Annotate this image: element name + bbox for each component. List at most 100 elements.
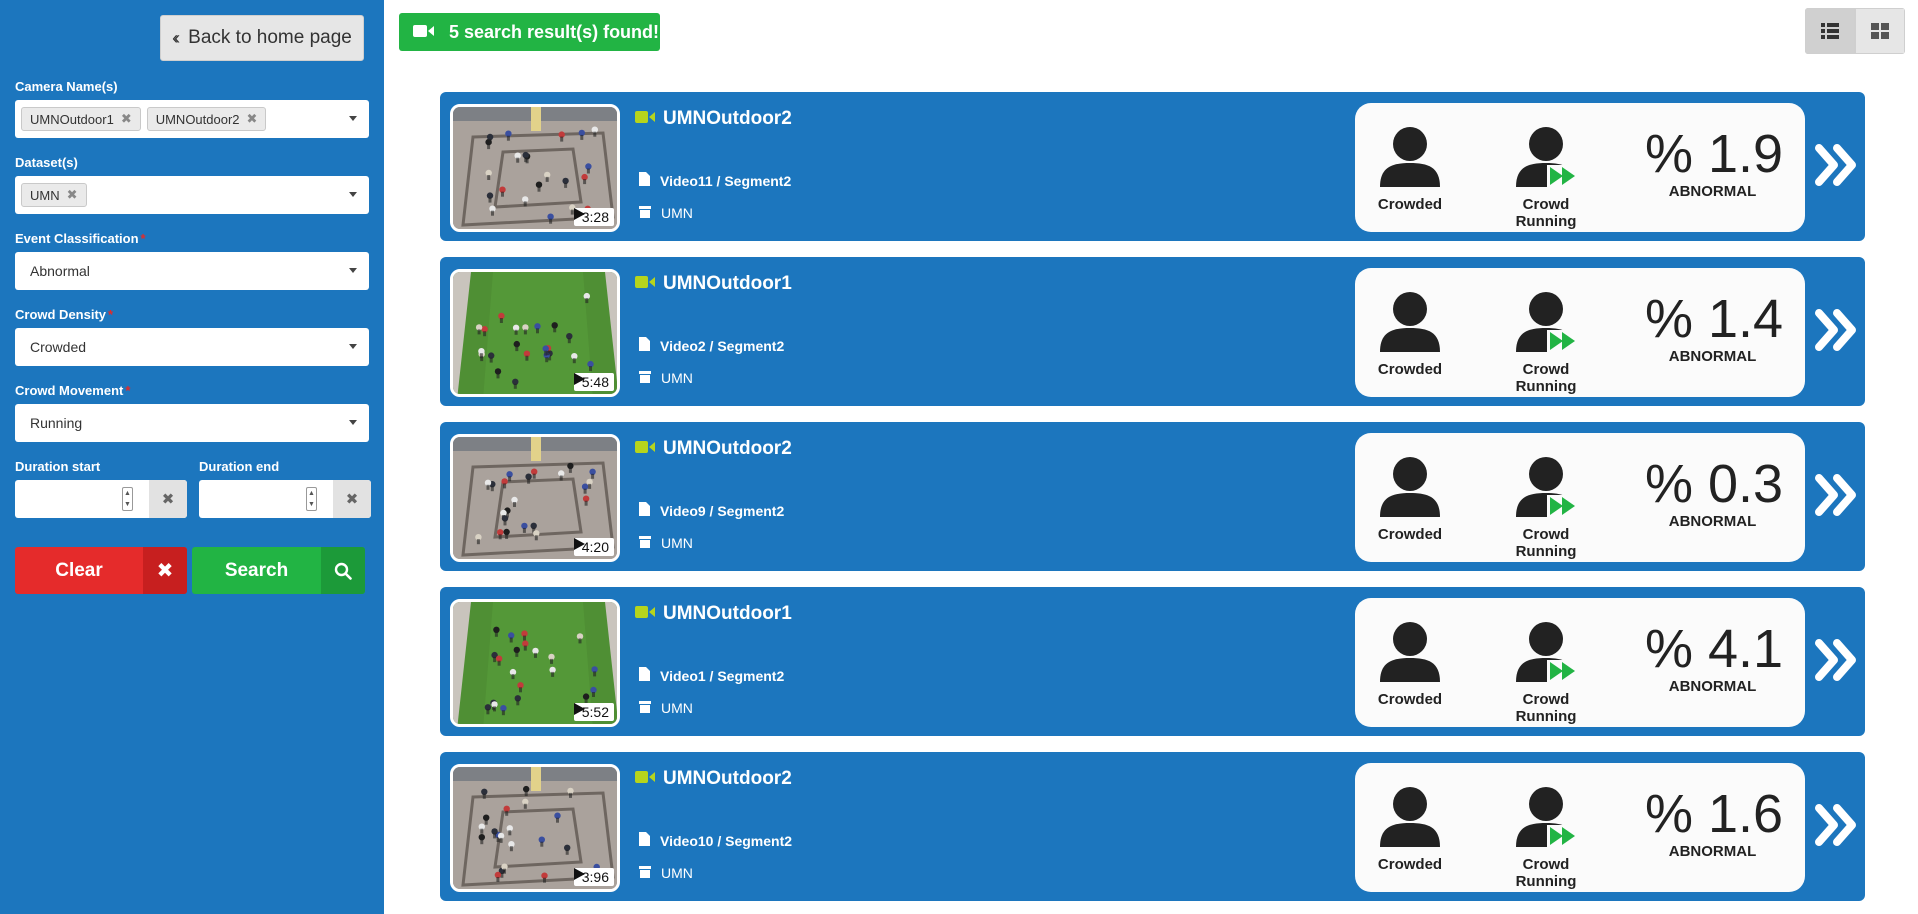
user-icon (1378, 457, 1442, 521)
archive-icon (639, 700, 651, 716)
camera-names-select[interactable]: UMNOutdoor1 ✖ UMNOutdoor2 ✖ (15, 100, 369, 138)
double-chevron-right-icon[interactable] (1815, 474, 1859, 521)
remove-tag-icon[interactable]: ✖ (247, 111, 258, 127)
remove-tag-icon[interactable]: ✖ (67, 187, 78, 203)
abnormal-score: % 0.3 ABNORMAL (1645, 454, 1784, 530)
abnormal-score: % 1.4 ABNORMAL (1645, 289, 1784, 365)
density-stat: Crowded (1360, 620, 1460, 708)
double-chevron-right-icon[interactable] (1815, 144, 1859, 191)
camera-tag[interactable]: UMNOutdoor1 ✖ (21, 107, 141, 131)
double-chevron-right-icon[interactable] (1815, 309, 1859, 356)
classification-panel: Crowded Crowd Running % 0.3 ABNORMAL (1355, 433, 1805, 562)
movement-stat: Crowd Running (1496, 125, 1596, 230)
crowd-movement-label: Crowd Movement * (15, 383, 131, 398)
search-button[interactable]: Search (192, 547, 365, 594)
result-card[interactable]: 3:96 UMNOutdoor2 Video10 / Segment2 UMN (440, 752, 1865, 901)
density-stat: Crowded (1360, 290, 1460, 378)
video-thumbnail[interactable]: 5:48 (450, 269, 620, 397)
dropdown-caret-icon[interactable] (349, 192, 357, 197)
video-camera-icon (635, 768, 655, 790)
duration-badge: 5:52 (573, 703, 614, 721)
video-camera-icon (635, 438, 655, 460)
video-thumbnail[interactable]: 3:96 (450, 764, 620, 892)
user-icon (1378, 622, 1442, 686)
segment-info: Video9 / Segment2 (639, 502, 784, 519)
camera-tag[interactable]: UMNOutdoor2 ✖ (146, 107, 267, 131)
segment-info: Video1 / Segment2 (639, 667, 784, 684)
dropdown-caret-icon[interactable] (349, 344, 357, 349)
duration-start-input[interactable]: ▲ ▼ ✖ (15, 480, 187, 518)
camera-name[interactable]: UMNOutdoor2 (635, 108, 792, 130)
video-thumbnail[interactable]: 4:20 (450, 434, 620, 562)
grid-view-icon[interactable] (1855, 8, 1905, 54)
abnormal-score: % 1.6 ABNORMAL (1645, 784, 1784, 860)
crowd-density-select[interactable]: Crowded (15, 328, 369, 366)
video-thumbnail[interactable]: 5:52 (450, 599, 620, 727)
video-thumbnail[interactable]: 3:28 (450, 104, 620, 232)
double-chevron-left-icon: ‹‹ (172, 27, 180, 48)
archive-icon (639, 205, 651, 221)
back-to-home-button[interactable]: ‹‹ Back to home page (160, 15, 364, 61)
remove-tag-icon[interactable]: ✖ (121, 111, 132, 127)
archive-icon (639, 370, 651, 386)
abnormal-score: % 1.9 ABNORMAL (1645, 124, 1784, 200)
user-running-icon (1514, 292, 1578, 356)
dataset-info: UMN (639, 535, 693, 551)
duration-end-input[interactable]: ▲ ▼ ✖ (199, 480, 371, 518)
archive-icon (639, 535, 651, 551)
result-card[interactable]: 4:20 UMNOutdoor2 Video9 / Segment2 UMN C… (440, 422, 1865, 571)
result-card[interactable]: 3:28 UMNOutdoor2 Video11 / Segment2 UMN (440, 92, 1865, 241)
dataset-info: UMN (639, 865, 693, 881)
video-camera-icon (635, 603, 655, 625)
dropdown-caret-icon[interactable] (349, 116, 357, 121)
list-view-icon[interactable] (1805, 8, 1855, 54)
results-found-badge: 5 search result(s) found! (399, 13, 660, 51)
camera-name[interactable]: UMNOutdoor1 (635, 273, 792, 295)
dataset-info: UMN (639, 700, 693, 716)
camera-name[interactable]: UMNOutdoor2 (635, 768, 792, 790)
search-icon (321, 547, 365, 594)
filter-sidebar: ‹‹ Back to home page Camera Name(s) UMNO… (0, 0, 384, 914)
movement-stat: Crowd Running (1496, 455, 1596, 560)
dataset-tag[interactable]: UMN ✖ (21, 183, 87, 207)
abnormal-score: % 4.1 ABNORMAL (1645, 619, 1784, 695)
movement-stat: Crowd Running (1496, 290, 1596, 395)
dataset-info: UMN (639, 370, 693, 386)
camera-name[interactable]: UMNOutdoor1 (635, 603, 792, 625)
user-icon (1378, 292, 1442, 356)
number-spinner[interactable]: ▲ ▼ (306, 487, 317, 511)
double-chevron-right-icon[interactable] (1815, 639, 1859, 686)
duration-badge: 3:28 (573, 208, 614, 226)
clear-duration-end-button[interactable]: ✖ (333, 480, 371, 518)
result-card[interactable]: 5:48 UMNOutdoor1 Video2 / Segment2 UMN C… (440, 257, 1865, 406)
file-icon (639, 832, 650, 849)
crowd-movement-select[interactable]: Running (15, 404, 369, 442)
crowd-density-label: Crowd Density * (15, 307, 114, 322)
user-running-icon (1514, 622, 1578, 686)
classification-panel: Crowded Crowd Running % 1.6 ABNORMAL (1355, 763, 1805, 892)
user-running-icon (1514, 127, 1578, 191)
user-icon (1378, 127, 1442, 191)
view-mode-toggle (1805, 8, 1905, 54)
classification-panel: Crowded Crowd Running % 1.9 ABNORMAL (1355, 103, 1805, 232)
dropdown-caret-icon[interactable] (349, 420, 357, 425)
double-chevron-right-icon[interactable] (1815, 804, 1859, 851)
result-card[interactable]: 5:52 UMNOutdoor1 Video1 / Segment2 UMN C… (440, 587, 1865, 736)
camera-name[interactable]: UMNOutdoor2 (635, 438, 792, 460)
number-spinner[interactable]: ▲ ▼ (122, 487, 133, 511)
clear-duration-start-button[interactable]: ✖ (149, 480, 187, 518)
density-stat: Crowded (1360, 125, 1460, 213)
density-stat: Crowded (1360, 785, 1460, 873)
event-classification-select[interactable]: Abnormal (15, 252, 369, 290)
archive-icon (639, 865, 651, 881)
file-icon (639, 502, 650, 519)
file-icon (639, 172, 650, 189)
back-button-label: Back to home page (188, 27, 352, 48)
clear-button[interactable]: Clear ✖ (15, 547, 187, 594)
dropdown-caret-icon[interactable] (349, 268, 357, 273)
datasets-select[interactable]: UMN ✖ (15, 176, 369, 214)
movement-stat: Crowd Running (1496, 785, 1596, 890)
user-running-icon (1514, 457, 1578, 521)
segment-info: Video10 / Segment2 (639, 832, 792, 849)
file-icon (639, 667, 650, 684)
